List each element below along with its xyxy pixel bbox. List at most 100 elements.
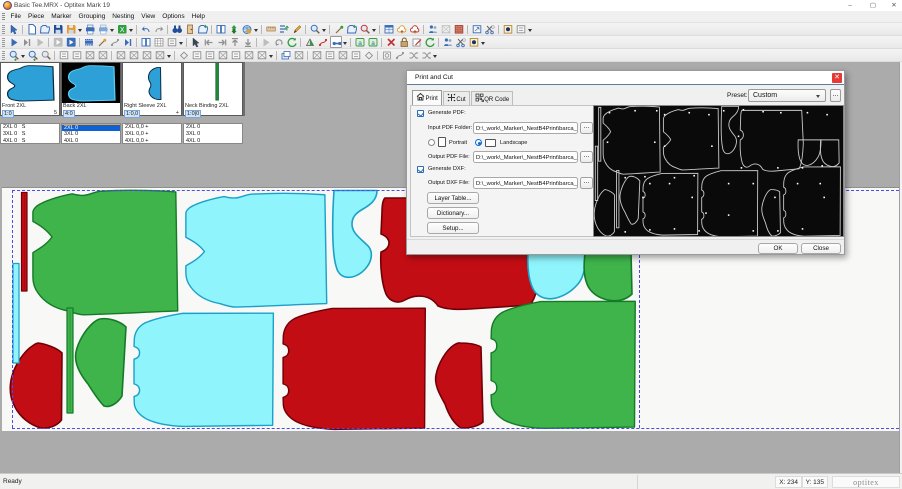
undo-icon[interactable] bbox=[140, 23, 152, 35]
playskip-icon[interactable] bbox=[21, 36, 33, 48]
menu-view[interactable]: View bbox=[138, 11, 159, 23]
excel-icon[interactable]: X bbox=[116, 23, 128, 35]
menu-options[interactable]: Options bbox=[159, 11, 188, 23]
grid-icon[interactable] bbox=[153, 36, 165, 48]
table-icon[interactable] bbox=[383, 23, 395, 35]
xmark-icon[interactable] bbox=[385, 36, 397, 48]
piece-sleeve-green-1[interactable] bbox=[76, 319, 126, 407]
nodes-icon[interactable] bbox=[109, 36, 121, 48]
menu-grouping[interactable]: Grouping bbox=[75, 11, 109, 23]
size-row[interactable]: 3XL 0 bbox=[62, 131, 120, 138]
sort-icon[interactable] bbox=[278, 23, 290, 35]
output-pdf-browse-button[interactable]: ... bbox=[580, 151, 593, 163]
size-row[interactable]: 3XL 0,0 + bbox=[123, 131, 181, 138]
doc-icon[interactable] bbox=[26, 23, 38, 35]
movie-icon[interactable] bbox=[83, 36, 95, 48]
arrowU-icon[interactable] bbox=[229, 36, 241, 48]
piece-sleeve-green-2[interactable] bbox=[584, 252, 632, 301]
menu-piece[interactable]: Piece bbox=[24, 11, 47, 23]
nodes-icon[interactable] bbox=[394, 49, 406, 61]
dropdown-arrow-icon[interactable] bbox=[527, 23, 533, 36]
angle-icon[interactable] bbox=[304, 36, 316, 48]
zoomplus-icon[interactable] bbox=[8, 49, 20, 61]
diamond-icon[interactable] bbox=[178, 49, 190, 61]
boxgray-icon[interactable] bbox=[293, 49, 305, 61]
people-icon[interactable] bbox=[442, 36, 454, 48]
redgrid-icon[interactable] bbox=[453, 23, 465, 35]
diamond-icon[interactable] bbox=[363, 49, 375, 61]
dropdown-arrow-icon[interactable] bbox=[371, 23, 377, 36]
piece-thumbnail-2[interactable]: Back 2XL4:0 bbox=[61, 62, 121, 116]
minimize-button[interactable]: – bbox=[845, 0, 855, 11]
boxgray-icon[interactable] bbox=[243, 49, 255, 61]
folderarr-icon[interactable] bbox=[197, 23, 209, 35]
boxgray-icon[interactable] bbox=[311, 49, 323, 61]
size-row[interactable]: 4XL 0 bbox=[184, 138, 242, 145]
dropdown-arrow-icon[interactable] bbox=[178, 36, 184, 49]
setup-button[interactable]: Setup... bbox=[427, 222, 479, 234]
maximize-button[interactable]: ▢ bbox=[868, 0, 878, 11]
boxgray-icon[interactable] bbox=[440, 23, 452, 35]
scissors-icon[interactable] bbox=[484, 23, 496, 35]
pen-icon[interactable] bbox=[291, 23, 303, 35]
zoom-icon[interactable] bbox=[40, 49, 52, 61]
size-row[interactable]: 2XL 0 bbox=[184, 124, 242, 131]
cursor-icon[interactable] bbox=[190, 36, 202, 48]
editbox-icon[interactable] bbox=[411, 36, 423, 48]
door-icon[interactable] bbox=[184, 23, 196, 35]
piece-sleeve-cyan-2[interactable] bbox=[528, 252, 586, 299]
gbox-icon[interactable]: a bbox=[354, 36, 366, 48]
piece-body-green-2[interactable] bbox=[491, 301, 635, 428]
dropdown-arrow-icon[interactable] bbox=[480, 36, 486, 49]
scissors-icon[interactable] bbox=[455, 36, 467, 48]
boxdots-icon[interactable] bbox=[204, 49, 216, 61]
layer-table-button[interactable]: Layer Table... bbox=[427, 192, 479, 204]
close-button[interactable]: ✕ bbox=[889, 0, 899, 11]
play-icon[interactable] bbox=[260, 36, 272, 48]
boxdots-icon[interactable] bbox=[58, 49, 70, 61]
piece-strip-cyan[interactable] bbox=[13, 264, 19, 364]
save-icon[interactable] bbox=[65, 23, 77, 35]
folder-icon[interactable] bbox=[39, 23, 51, 35]
playskip-icon[interactable] bbox=[122, 36, 134, 48]
layers-icon[interactable] bbox=[280, 49, 292, 61]
ruler-icon[interactable] bbox=[265, 23, 277, 35]
dropdown-arrow-icon[interactable] bbox=[20, 49, 26, 62]
boxarr-icon[interactable] bbox=[471, 23, 483, 35]
boxgray-icon[interactable] bbox=[337, 49, 349, 61]
zoom-icon[interactable] bbox=[309, 23, 321, 35]
binoc-icon[interactable] bbox=[171, 23, 183, 35]
piece-sleeve-cyan-1[interactable] bbox=[333, 191, 377, 278]
piece-thumbnail-4[interactable]: Neck Binding 2XL1:0|0 bbox=[183, 62, 243, 116]
boxdots-icon[interactable] bbox=[515, 23, 527, 35]
menu-nesting[interactable]: Nesting bbox=[109, 11, 138, 23]
rotate-icon[interactable] bbox=[286, 36, 298, 48]
boxgray-icon[interactable] bbox=[128, 49, 140, 61]
piece-thumbnail-3[interactable]: Right Sleeve 2XL1:0,0+ bbox=[122, 62, 182, 116]
dropdown-arrow-icon[interactable] bbox=[77, 23, 83, 36]
save-icon[interactable] bbox=[52, 23, 64, 35]
piece-body-cyan-2[interactable] bbox=[134, 313, 273, 426]
print-icon[interactable] bbox=[97, 23, 109, 35]
rotate-icon[interactable] bbox=[424, 36, 436, 48]
preset-more-button[interactable]: ... bbox=[830, 89, 841, 102]
lock-icon[interactable] bbox=[398, 36, 410, 48]
nodes-icon[interactable] bbox=[317, 36, 329, 48]
boxgray-icon[interactable] bbox=[115, 49, 127, 61]
size-row[interactable]: 4XL 0 bbox=[62, 138, 120, 145]
bone-icon[interactable] bbox=[330, 36, 342, 48]
cloud-icon[interactable] bbox=[409, 23, 421, 35]
wand-icon[interactable] bbox=[96, 36, 108, 48]
size-row[interactable]: 4XL 0,0 + bbox=[123, 138, 181, 145]
size-row[interactable]: 2XL 0 bbox=[62, 124, 120, 131]
arrowR-icon[interactable] bbox=[216, 36, 228, 48]
dialog-close-button[interactable]: ✕ bbox=[832, 73, 842, 83]
size-row[interactable]: 2XL 0 S bbox=[1, 124, 59, 131]
dropdown-arrow-icon[interactable] bbox=[166, 49, 172, 62]
menu-file[interactable]: File bbox=[7, 11, 24, 23]
menu-help[interactable]: Help bbox=[188, 11, 208, 23]
dropdown-arrow-icon[interactable] bbox=[128, 23, 134, 36]
zoom-icon[interactable] bbox=[359, 23, 371, 35]
portrait-radio[interactable] bbox=[428, 139, 435, 146]
menu-marker[interactable]: Marker bbox=[48, 11, 75, 23]
